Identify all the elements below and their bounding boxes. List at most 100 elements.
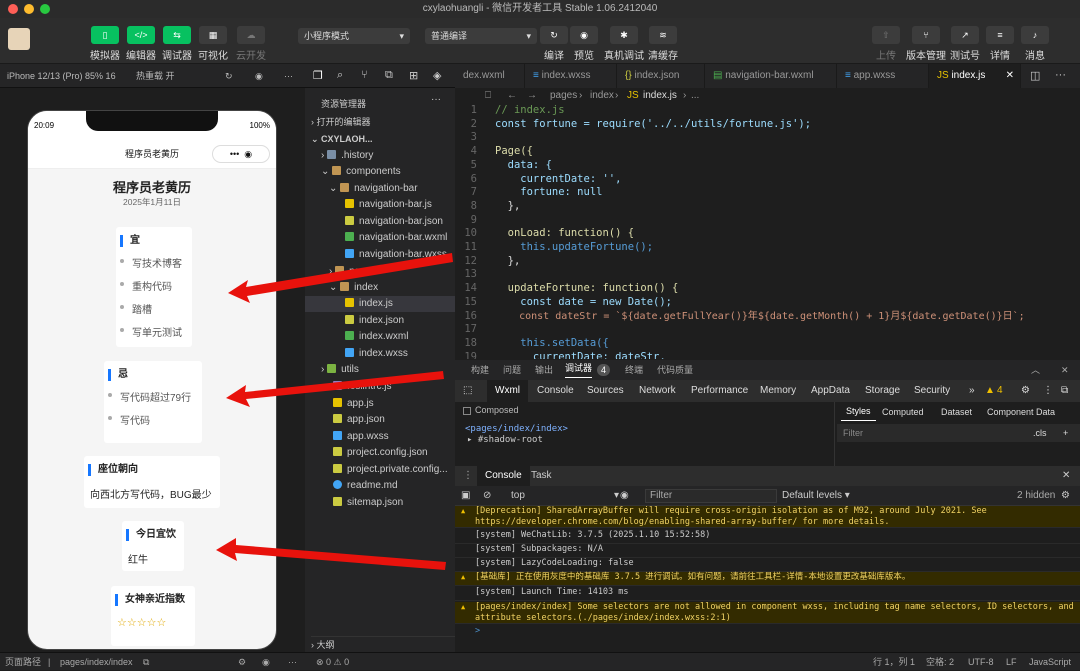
tree-item[interactable]: app.js — [333, 396, 374, 412]
more-icon[interactable]: ••• — [230, 149, 239, 159]
minimize-window-button[interactable] — [24, 4, 34, 14]
tab-wxml[interactable]: Wxml — [487, 380, 528, 402]
tree-item[interactable]: index.wxss — [345, 346, 408, 362]
more-icon[interactable]: ··· — [288, 653, 297, 671]
tree-item[interactable]: navigation-bar.json — [345, 214, 443, 230]
tree-item[interactable]: project.private.config... — [333, 462, 448, 478]
tree-item[interactable]: › utils — [321, 362, 359, 378]
tab-terminal[interactable]: 终端 — [625, 360, 643, 380]
close-icon[interactable]: ✕ — [1006, 64, 1014, 88]
docker-icon[interactable]: ◈ — [433, 69, 441, 82]
crumb-file[interactable]: index.js — [643, 88, 677, 104]
tab-network[interactable]: Network — [639, 380, 676, 402]
crumb-more[interactable]: ... — [691, 88, 699, 104]
open-editors-section[interactable]: › 打开的编辑器 — [311, 114, 371, 130]
chevron-up-icon[interactable]: ︿ — [1031, 360, 1040, 380]
eol[interactable]: LF — [1006, 653, 1017, 671]
tab-build[interactable]: 构建 — [471, 360, 489, 380]
close-icon[interactable]: ✕ — [1062, 466, 1070, 486]
outline-section[interactable]: › 大纲 — [311, 636, 455, 652]
cloud-button[interactable]: ☁ 云开发 — [236, 26, 266, 62]
inspect-icon[interactable]: ⬚ — [463, 380, 472, 402]
test-account-button[interactable]: ↗ 测试号 — [950, 26, 980, 62]
record-icon[interactable]: ◉ — [255, 64, 263, 88]
debugger-button[interactable]: ⇆ 调试器 — [162, 26, 192, 62]
page-path[interactable]: pages/index/index — [60, 653, 133, 671]
tree-item-selected[interactable]: index.js — [305, 296, 455, 312]
upload-button[interactable]: ⇧ 上传 — [872, 26, 900, 62]
crumb-pages[interactable]: pages — [550, 88, 577, 104]
tab-problems[interactable]: 问题 — [503, 360, 521, 380]
tab-console[interactable]: Console — [537, 380, 574, 402]
log-levels-select[interactable]: Default levels ▾ — [782, 486, 850, 506]
code-editor[interactable]: 1 2 3 4 5 6 7 8 9 10 11 12 13 14 15 16 1… — [455, 104, 1080, 359]
hot-reload-toggle[interactable]: 热重载 开 — [136, 64, 175, 88]
context-select[interactable]: top ▾ — [503, 486, 623, 506]
avatar[interactable] — [8, 28, 30, 50]
compile-button[interactable]: ↻ 编译 — [540, 26, 568, 62]
tree-item[interactable]: › .history — [321, 148, 373, 164]
settings-icon[interactable]: ⚙ — [238, 653, 246, 671]
tree-item[interactable]: ⌄ index — [329, 280, 378, 296]
tab-memory[interactable]: Memory — [760, 380, 796, 402]
tab-task[interactable]: Task — [531, 466, 552, 486]
gear-icon[interactable]: ⚙ — [1021, 380, 1030, 402]
cls-toggle[interactable]: .cls — [1033, 424, 1047, 442]
tab-component-data[interactable]: Component Data — [987, 402, 1055, 422]
detail-button[interactable]: ≡ 详情 — [986, 26, 1014, 62]
tab-computed[interactable]: Computed — [882, 402, 924, 422]
capsule-menu[interactable]: ••• ◉ — [212, 145, 270, 163]
tab-styles[interactable]: Styles — [841, 402, 876, 421]
project-section[interactable]: ⌄ CXYLAOH... — [311, 131, 373, 147]
tree-item[interactable]: sitemap.json — [333, 495, 403, 511]
tree-item[interactable]: app.json — [333, 412, 385, 428]
tab-console-drawer[interactable]: Console — [477, 466, 530, 486]
eye-icon[interactable]: ◉ — [262, 653, 270, 671]
kebab-icon[interactable]: ⋮ — [1043, 380, 1053, 402]
tab-navigation-bar-wxml[interactable]: ▤ navigation-bar.wxml — [705, 64, 837, 88]
tab-dataset[interactable]: Dataset — [941, 402, 972, 422]
tree-item[interactable]: app.wxss — [333, 429, 389, 445]
language-mode[interactable]: JavaScript — [1029, 653, 1071, 671]
tree-item[interactable]: ⌄ navigation-bar — [329, 181, 418, 197]
console-filter-input[interactable]: Filter — [645, 489, 777, 503]
tab-debugger[interactable]: 调试器 — [565, 360, 593, 378]
compile-select[interactable]: 普通编译 ▾ — [425, 28, 537, 44]
tab-dex-wxml[interactable]: dex.wxml — [455, 64, 525, 88]
crumb-index[interactable]: index — [590, 88, 614, 104]
debug-icon[interactable]: ⧉ — [385, 69, 393, 82]
tab-app-wxss[interactable]: ≡ app.wxss — [837, 64, 929, 88]
forward-icon[interactable]: → — [527, 88, 537, 104]
tab-index-wxss[interactable]: ≡ index.wxss — [525, 64, 617, 88]
visual-button[interactable]: ▦ 可视化 — [198, 26, 228, 62]
eye-icon[interactable]: ◉ — [620, 486, 629, 506]
search-icon[interactable]: ⌕ — [337, 69, 343, 82]
warning-count[interactable]: 4 — [997, 380, 1003, 402]
cursor-position[interactable]: 行 1，列 1 — [873, 653, 915, 671]
tab-appdata[interactable]: AppData — [811, 380, 850, 402]
simulator-button[interactable]: ▯ 模拟器 — [90, 26, 120, 62]
tree-item[interactable]: › pages — [329, 264, 376, 280]
bookmark-icon[interactable]: ⎕ — [485, 88, 491, 104]
tab-index-json[interactable]: {} index.json — [617, 64, 705, 88]
copy-icon[interactable]: ⧉ — [143, 653, 149, 671]
tree-item[interactable]: navigation-bar.js — [345, 197, 432, 213]
tab-security[interactable]: Security — [914, 380, 950, 402]
more-icon[interactable]: ··· — [1055, 69, 1066, 81]
console-prompt[interactable]: > — [455, 626, 1080, 640]
tree-item[interactable]: readme.md — [333, 478, 398, 494]
dock-icon[interactable]: ⧉ — [1061, 380, 1068, 402]
more-icon[interactable]: ··· — [284, 64, 293, 88]
tree-item[interactable]: navigation-bar.wxss — [345, 247, 447, 263]
styles-filter[interactable]: Filter .cls + — [837, 424, 1080, 442]
gear-icon[interactable]: ⚙ — [1061, 486, 1070, 506]
close-window-button[interactable] — [8, 4, 18, 14]
encoding[interactable]: UTF-8 — [968, 653, 994, 671]
tab-output[interactable]: 输出 — [535, 360, 553, 380]
checkbox[interactable] — [463, 407, 471, 415]
more-icon[interactable]: ··· — [431, 94, 441, 105]
files-icon[interactable]: ❐ — [313, 69, 323, 82]
shadow-root-node[interactable]: #shadow-root — [478, 435, 543, 445]
clear-cache-button[interactable]: ≋ 清缓存 — [648, 26, 678, 62]
plus-icon[interactable]: + — [1063, 424, 1068, 442]
